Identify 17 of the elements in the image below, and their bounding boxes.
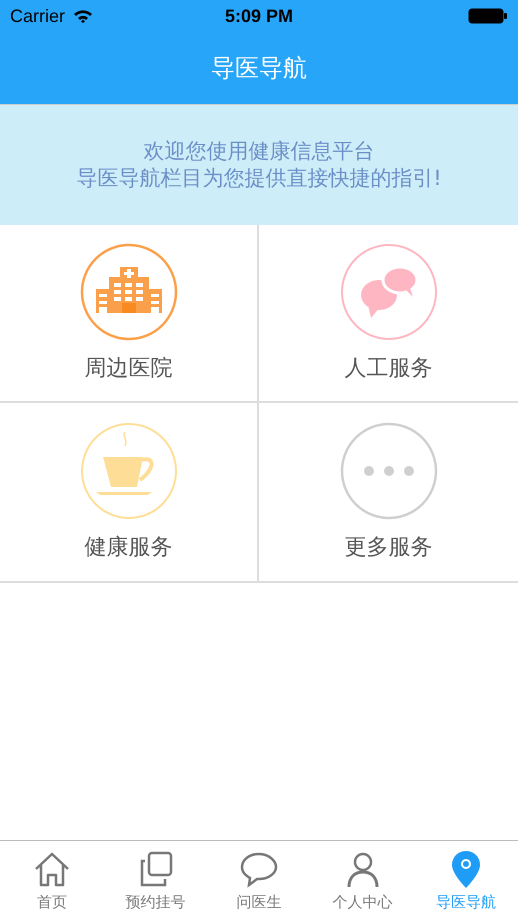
- tab-item[interactable]: 首页: [0, 841, 104, 920]
- status-time: 5:09 PM: [224, 6, 294, 26]
- tab-item[interactable]: 预约挂号: [104, 841, 208, 920]
- nav-title: 导医导航: [211, 53, 307, 84]
- hospital-icon: [80, 243, 178, 341]
- tab-item[interactable]: 导医导航: [414, 841, 518, 920]
- more-icon: [340, 422, 438, 520]
- chat-bubbles-icon: [340, 243, 438, 341]
- banner-text: 导医导航栏目为您提供直接快捷的指引!: [76, 165, 442, 192]
- wifi-icon: [73, 9, 94, 23]
- service-tile[interactable]: 周边医院: [0, 225, 259, 403]
- battery-icon: [468, 8, 508, 24]
- tab-item[interactable]: 个人中心: [310, 841, 414, 920]
- tab-item[interactable]: 问医生: [207, 841, 311, 920]
- carrier-name: Carrier: [10, 6, 66, 26]
- banner-text: 欢迎您使用健康信息平台: [144, 138, 374, 165]
- coffee-cup-icon: [80, 422, 178, 520]
